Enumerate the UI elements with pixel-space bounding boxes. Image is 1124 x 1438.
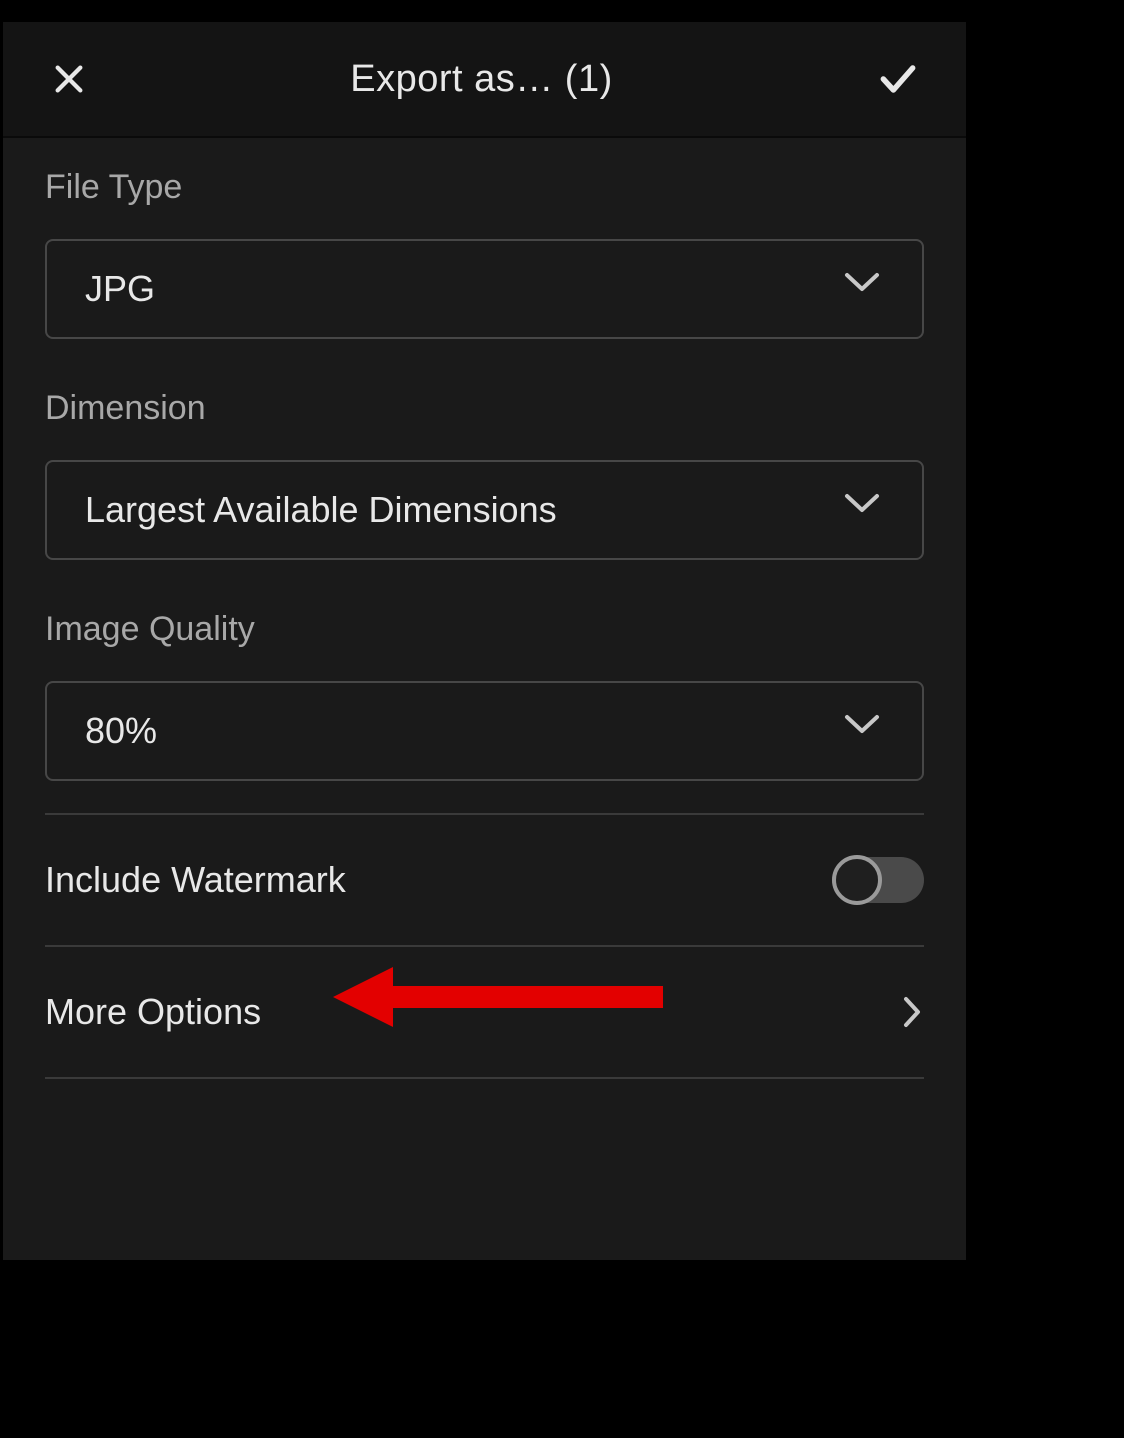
close-button[interactable] [49, 59, 89, 99]
confirm-button[interactable] [874, 55, 922, 103]
dimension-select[interactable]: Largest Available Dimensions [45, 460, 924, 560]
image-quality-value: 80% [85, 710, 157, 752]
chevron-down-icon [844, 492, 880, 528]
dialog-header: Export as… (1) [3, 22, 966, 138]
file-type-label: File Type [45, 168, 924, 207]
chevron-down-icon [844, 713, 880, 749]
dialog-content: File Type JPG Dimension Largest Availabl… [3, 138, 966, 1079]
file-type-select[interactable]: JPG [45, 239, 924, 339]
more-options-label: More Options [45, 991, 261, 1033]
letterbox [966, 0, 1124, 1438]
image-quality-label: Image Quality [45, 610, 924, 649]
letterbox [0, 1260, 1124, 1438]
divider [45, 1077, 924, 1079]
dimension-label: Dimension [45, 389, 924, 428]
include-watermark-toggle[interactable] [832, 857, 924, 903]
include-watermark-row[interactable]: Include Watermark [45, 815, 924, 945]
include-watermark-label: Include Watermark [45, 859, 346, 901]
check-icon [876, 57, 920, 101]
dimension-value: Largest Available Dimensions [85, 489, 557, 531]
file-type-value: JPG [85, 268, 155, 310]
letterbox [0, 0, 1124, 22]
toggle-knob [832, 855, 882, 905]
chevron-down-icon [844, 271, 880, 307]
more-options-row[interactable]: More Options [45, 947, 924, 1077]
image-quality-select[interactable]: 80% [45, 681, 924, 781]
close-icon [52, 62, 86, 96]
dialog-title: Export as… (1) [350, 58, 613, 101]
export-dialog: Export as… (1) File Type JPG Dimension L… [3, 22, 966, 1260]
chevron-right-icon [900, 992, 924, 1032]
